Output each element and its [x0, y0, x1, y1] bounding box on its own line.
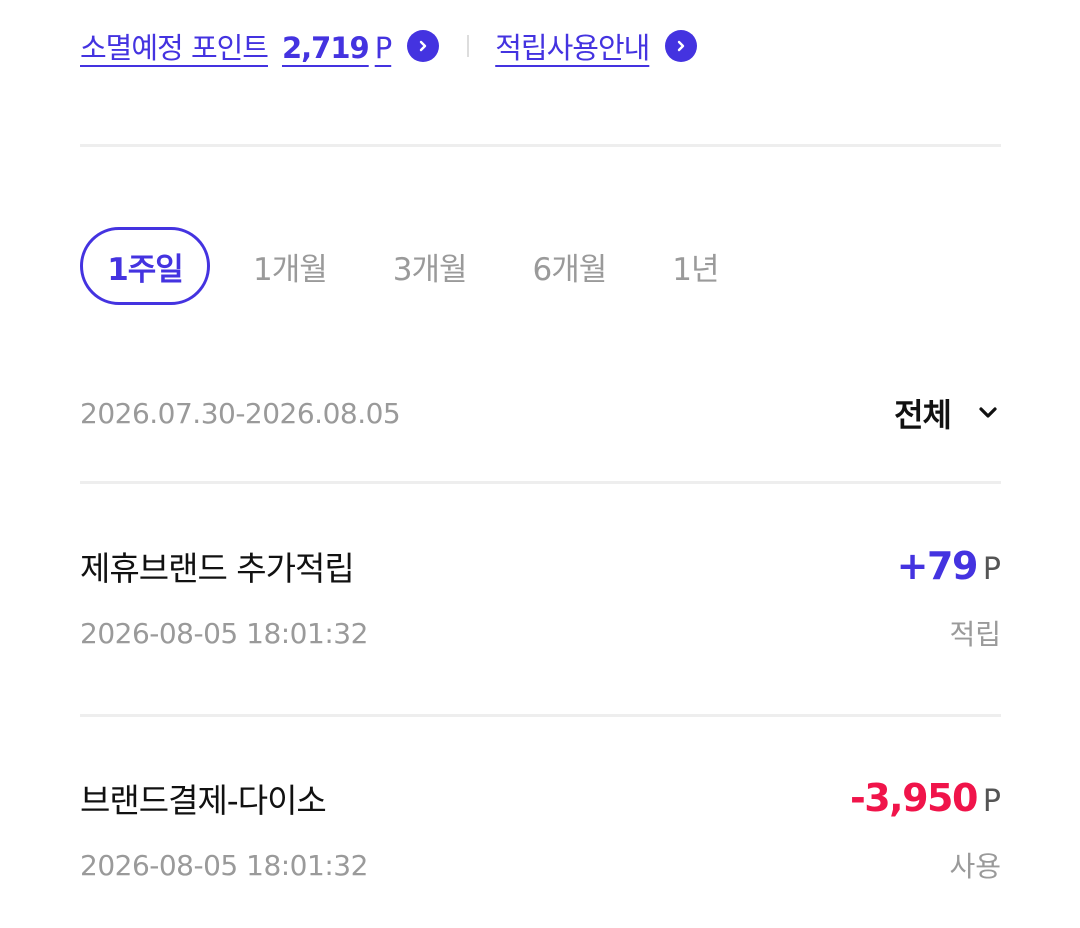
expiring-points-unit: P	[374, 31, 392, 65]
transaction-amount-unit: P	[982, 784, 1001, 819]
point-links-bar: 소멸예정 포인트 2,719 P 적립사용안내	[80, 22, 698, 70]
transaction-amount-unit: P	[982, 552, 1001, 587]
transaction-amount: -3,950 P	[850, 776, 1001, 820]
filter-selected-label: 전체	[894, 396, 952, 434]
tab-1-month[interactable]: 1개월	[253, 244, 328, 289]
expiring-points-amount: 2,719	[281, 31, 370, 65]
link-divider	[467, 35, 470, 57]
tab-1-week[interactable]: 1주일	[80, 227, 210, 305]
chevron-down-icon[interactable]	[975, 400, 1001, 426]
expiring-points-link[interactable]: 소멸예정 포인트 2,719 P	[80, 25, 440, 67]
expiring-points-label: 소멸예정 포인트	[80, 31, 269, 65]
transaction-datetime: 2026-08-05 18:01:32	[80, 848, 368, 882]
expiring-points-text[interactable]: 소멸예정 포인트 2,719 P	[80, 25, 392, 67]
list-divider	[80, 714, 1001, 717]
transaction-item[interactable]: 브랜드결제-다이소 -3,950 P 2026-08-05 18:01:32 사…	[80, 773, 1001, 887]
list-divider	[80, 481, 1001, 484]
date-range-row: 2026.07.30-2026.08.05 전체	[80, 388, 1001, 438]
transaction-amount-value: +79	[896, 544, 979, 588]
tab-1-year[interactable]: 1년	[672, 244, 719, 289]
chevron-right-icon[interactable]	[407, 30, 440, 62]
tab-6-months[interactable]: 6개월	[533, 244, 608, 289]
earn-use-guide-link[interactable]: 적립사용안내	[495, 25, 698, 67]
transaction-amount-value: -3,950	[849, 776, 978, 820]
tab-3-months[interactable]: 3개월	[393, 244, 468, 289]
transaction-type: 사용	[949, 850, 1001, 883]
filter-dropdown[interactable]: 전체	[894, 390, 1001, 436]
date-range: 2026.07.30-2026.08.05	[80, 396, 401, 430]
transaction-item[interactable]: 제휴브랜드 추가적립 +79 P 2026-08-05 18:01:32 적립	[80, 541, 1001, 655]
earn-use-guide-label[interactable]: 적립사용안내	[495, 25, 650, 67]
transaction-title: 제휴브랜드 추가적립	[80, 549, 355, 588]
period-tabs: 1주일 1개월 3개월 6개월 1년	[80, 227, 720, 305]
transaction-amount: +79 P	[897, 544, 1001, 588]
transaction-title: 브랜드결제-다이소	[80, 781, 327, 820]
transaction-type: 적립	[949, 618, 1001, 651]
transaction-datetime: 2026-08-05 18:01:32	[80, 616, 368, 650]
section-divider	[80, 144, 1001, 147]
chevron-right-icon[interactable]	[665, 30, 698, 62]
